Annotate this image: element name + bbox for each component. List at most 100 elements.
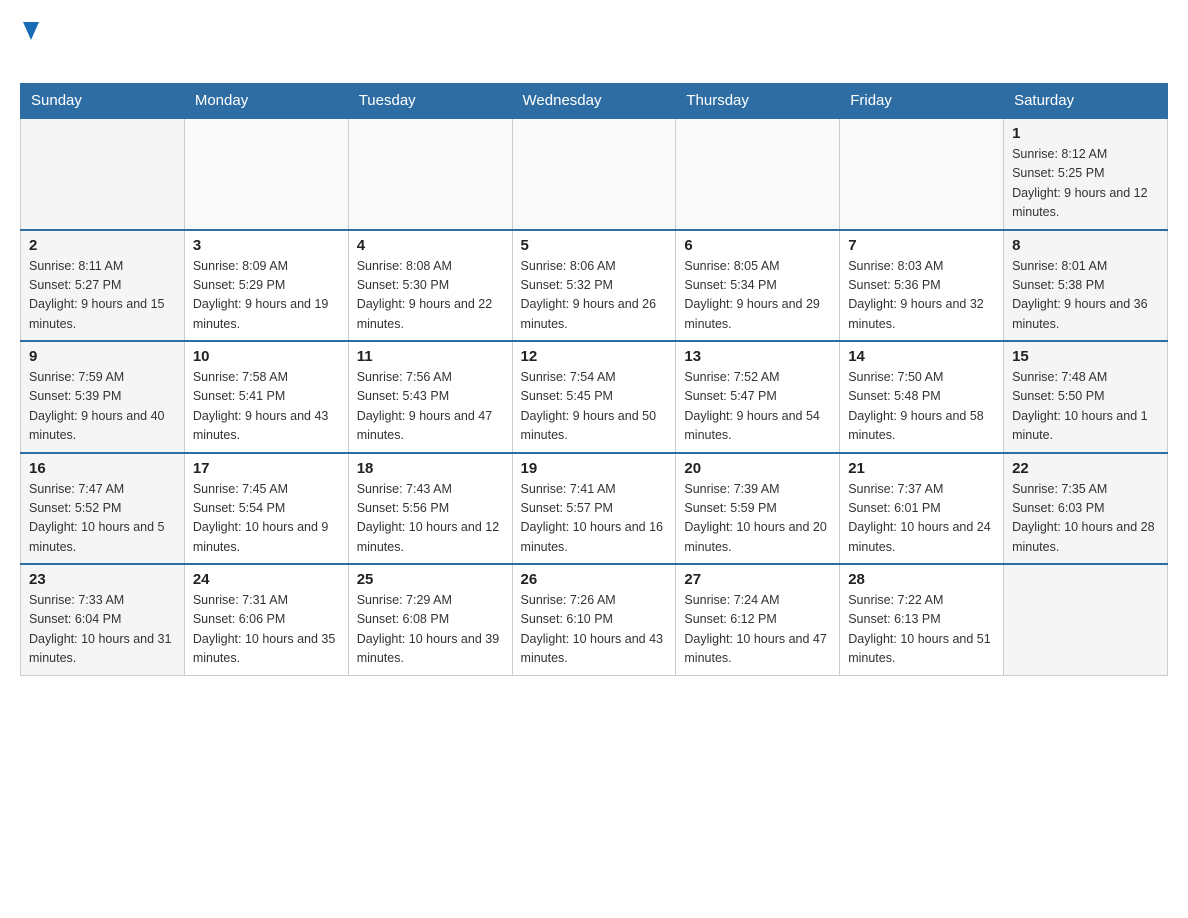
calendar-day-cell: [840, 118, 1004, 230]
column-header-sunday: Sunday: [21, 84, 185, 119]
day-number: 14: [848, 348, 995, 365]
day-number: 8: [1012, 237, 1159, 254]
day-info: Sunrise: 7:26 AM Sunset: 6:10 PM Dayligh…: [521, 591, 668, 669]
day-number: 2: [29, 237, 176, 254]
calendar-day-cell: [21, 118, 185, 230]
day-number: 7: [848, 237, 995, 254]
day-number: 4: [357, 237, 504, 254]
calendar-week-row: 16Sunrise: 7:47 AM Sunset: 5:52 PM Dayli…: [21, 453, 1168, 565]
day-info: Sunrise: 7:58 AM Sunset: 5:41 PM Dayligh…: [193, 368, 340, 446]
calendar-week-row: 9 Sunrise: 7:59 AM Sunset: 5:39 PM Daylig…: [21, 341, 1168, 453]
day-number: 27: [684, 571, 831, 588]
calendar-day-cell: 9 Sunrise: 7:59 AM Sunset: 5:39 PM Daylig…: [21, 341, 185, 453]
calendar-week-row: 23 Sunrise: 7:33 AM Sunset: 6:04 PM Dayli…: [21, 564, 1168, 675]
page-header: [20, 20, 1168, 73]
day-info: Sunrise: 7:59 AM Sunset: 5:39 PM Dayligh…: [29, 368, 176, 446]
column-header-monday: Monday: [184, 84, 348, 119]
calendar-day-cell: 17 Sunrise: 7:45 AM Sunset: 5:54 PM Dayli…: [184, 453, 348, 565]
day-info: Sunrise: 7:29 AM Sunset: 6:08 PM Dayligh…: [357, 591, 504, 669]
calendar-day-cell: 12 Sunrise: 7:54 AM Sunset: 5:45 PM Dayli…: [512, 341, 676, 453]
day-info: Sunrise: 7:35 AM Sunset: 6:03 PM Dayligh…: [1012, 480, 1159, 558]
calendar-week-row: 1 Sunrise: 8:12 AM Sunset: 5:25 PM Daylig…: [21, 118, 1168, 230]
calendar-day-cell: 11 Sunrise: 7:56 AM Sunset: 5:43 PM Dayli…: [348, 341, 512, 453]
day-number: 13: [684, 348, 831, 365]
day-info: Sunrise: 8:11 AM Sunset: 5:27 PM Dayligh…: [29, 257, 176, 335]
calendar-day-cell: 18 Sunrise: 7:43 AM Sunset: 5:56 PM Dayli…: [348, 453, 512, 565]
calendar-day-cell: 10 Sunrise: 7:58 AM Sunset: 5:41 PM Dayli…: [184, 341, 348, 453]
day-info: Sunrise: 7:43 AM Sunset: 5:56 PM Dayligh…: [357, 480, 504, 558]
calendar-day-cell: 26 Sunrise: 7:26 AM Sunset: 6:10 PM Dayli…: [512, 564, 676, 675]
calendar-day-cell: 21 Sunrise: 7:37 AM Sunset: 6:01 PM Dayli…: [840, 453, 1004, 565]
day-info: Sunrise: 8:12 AM Sunset: 5:25 PM Dayligh…: [1012, 145, 1159, 223]
calendar-day-cell: 27 Sunrise: 7:24 AM Sunset: 6:12 PM Dayli…: [676, 564, 840, 675]
calendar-day-cell: 14 Sunrise: 7:50 AM Sunset: 5:48 PM Dayli…: [840, 341, 1004, 453]
day-number: 20: [684, 460, 831, 477]
calendar-day-cell: 20 Sunrise: 7:39 AM Sunset: 5:59 PM Dayli…: [676, 453, 840, 565]
calendar-day-cell: 25 Sunrise: 7:29 AM Sunset: 6:08 PM Dayli…: [348, 564, 512, 675]
day-number: 5: [521, 237, 668, 254]
day-number: 16: [29, 460, 176, 477]
day-number: 9: [29, 348, 176, 365]
calendar-day-cell: [184, 118, 348, 230]
day-number: 24: [193, 571, 340, 588]
day-info: Sunrise: 7:41 AM Sunset: 5:57 PM Dayligh…: [521, 480, 668, 558]
calendar-day-cell: 6Sunrise: 8:05 AM Sunset: 5:34 PM Daylig…: [676, 230, 840, 342]
day-info: Sunrise: 7:33 AM Sunset: 6:04 PM Dayligh…: [29, 591, 176, 669]
day-number: 22: [1012, 460, 1159, 477]
calendar-week-row: 2 Sunrise: 8:11 AM Sunset: 5:27 PM Daylig…: [21, 230, 1168, 342]
day-info: Sunrise: 7:37 AM Sunset: 6:01 PM Dayligh…: [848, 480, 995, 558]
day-number: 1: [1012, 125, 1159, 142]
calendar-header-row: SundayMondayTuesdayWednesdayThursdayFrid…: [21, 84, 1168, 119]
calendar-day-cell: [348, 118, 512, 230]
day-number: 17: [193, 460, 340, 477]
day-info: Sunrise: 7:52 AM Sunset: 5:47 PM Dayligh…: [684, 368, 831, 446]
day-info: Sunrise: 7:48 AM Sunset: 5:50 PM Dayligh…: [1012, 368, 1159, 446]
calendar-table: SundayMondayTuesdayWednesdayThursdayFrid…: [20, 83, 1168, 676]
calendar-day-cell: 8 Sunrise: 8:01 AM Sunset: 5:38 PM Daylig…: [1004, 230, 1168, 342]
calendar-day-cell: 15 Sunrise: 7:48 AM Sunset: 5:50 PM Dayli…: [1004, 341, 1168, 453]
day-info: Sunrise: 7:56 AM Sunset: 5:43 PM Dayligh…: [357, 368, 504, 446]
day-info: Sunrise: 8:08 AM Sunset: 5:30 PM Dayligh…: [357, 257, 504, 335]
day-info: Sunrise: 7:54 AM Sunset: 5:45 PM Dayligh…: [521, 368, 668, 446]
day-info: Sunrise: 7:24 AM Sunset: 6:12 PM Dayligh…: [684, 591, 831, 669]
day-number: 25: [357, 571, 504, 588]
calendar-day-cell: [1004, 564, 1168, 675]
day-number: 11: [357, 348, 504, 365]
column-header-saturday: Saturday: [1004, 84, 1168, 119]
column-header-tuesday: Tuesday: [348, 84, 512, 119]
day-info: Sunrise: 8:03 AM Sunset: 5:36 PM Dayligh…: [848, 257, 995, 335]
day-number: 18: [357, 460, 504, 477]
day-number: 23: [29, 571, 176, 588]
logo: [20, 20, 39, 73]
column-header-wednesday: Wednesday: [512, 84, 676, 119]
day-number: 26: [521, 571, 668, 588]
day-info: Sunrise: 7:45 AM Sunset: 5:54 PM Dayligh…: [193, 480, 340, 558]
calendar-day-cell: 24 Sunrise: 7:31 AM Sunset: 6:06 PM Dayli…: [184, 564, 348, 675]
calendar-day-cell: 1 Sunrise: 8:12 AM Sunset: 5:25 PM Daylig…: [1004, 118, 1168, 230]
calendar-day-cell: 23 Sunrise: 7:33 AM Sunset: 6:04 PM Dayli…: [21, 564, 185, 675]
calendar-day-cell: 28 Sunrise: 7:22 AM Sunset: 6:13 PM Dayli…: [840, 564, 1004, 675]
day-info: Sunrise: 8:09 AM Sunset: 5:29 PM Dayligh…: [193, 257, 340, 335]
column-header-thursday: Thursday: [676, 84, 840, 119]
day-number: 28: [848, 571, 995, 588]
day-info: Sunrise: 7:22 AM Sunset: 6:13 PM Dayligh…: [848, 591, 995, 669]
calendar-day-cell: 3 Sunrise: 8:09 AM Sunset: 5:29 PM Daylig…: [184, 230, 348, 342]
day-number: 12: [521, 348, 668, 365]
day-info: Sunrise: 8:01 AM Sunset: 5:38 PM Dayligh…: [1012, 257, 1159, 335]
day-info: Sunrise: 8:05 AM Sunset: 5:34 PM Dayligh…: [684, 257, 831, 335]
day-number: 10: [193, 348, 340, 365]
day-info: Sunrise: 7:39 AM Sunset: 5:59 PM Dayligh…: [684, 480, 831, 558]
calendar-day-cell: 2 Sunrise: 8:11 AM Sunset: 5:27 PM Daylig…: [21, 230, 185, 342]
calendar-day-cell: 7 Sunrise: 8:03 AM Sunset: 5:36 PM Daylig…: [840, 230, 1004, 342]
calendar-day-cell: 5Sunrise: 8:06 AM Sunset: 5:32 PM Daylig…: [512, 230, 676, 342]
calendar-day-cell: 22 Sunrise: 7:35 AM Sunset: 6:03 PM Dayli…: [1004, 453, 1168, 565]
day-number: 15: [1012, 348, 1159, 365]
calendar-day-cell: [512, 118, 676, 230]
day-info: Sunrise: 7:50 AM Sunset: 5:48 PM Dayligh…: [848, 368, 995, 446]
column-header-friday: Friday: [840, 84, 1004, 119]
day-info: Sunrise: 7:31 AM Sunset: 6:06 PM Dayligh…: [193, 591, 340, 669]
day-number: 3: [193, 237, 340, 254]
calendar-day-cell: 4 Sunrise: 8:08 AM Sunset: 5:30 PM Daylig…: [348, 230, 512, 342]
day-number: 21: [848, 460, 995, 477]
calendar-day-cell: 19Sunrise: 7:41 AM Sunset: 5:57 PM Dayli…: [512, 453, 676, 565]
